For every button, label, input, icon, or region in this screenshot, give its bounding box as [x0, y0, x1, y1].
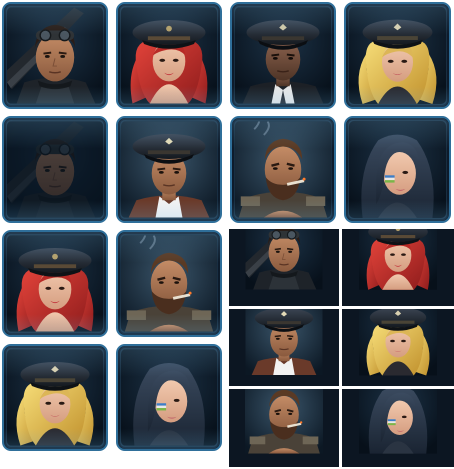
- sniper-goggles-man-art: [7, 7, 103, 104]
- blue-hair-warpaint-woman-art: [342, 389, 454, 467]
- portrait-officer-cap-man[interactable]: [230, 2, 336, 109]
- portrait-sniper-goggles-man-small[interactable]: [229, 229, 339, 306]
- bearded-smoker-man-art: [235, 121, 331, 218]
- portrait-officer-cap-man-light[interactable]: [116, 116, 222, 223]
- portrait-sniper-goggles-man-dark[interactable]: [2, 116, 108, 223]
- portrait-blonde-officer-woman[interactable]: [344, 2, 451, 109]
- portrait-red-hair-officer-woman-small[interactable]: [342, 229, 454, 306]
- bearded-smoker-man-art: [121, 235, 217, 332]
- blue-hair-warpaint-woman-art: [121, 349, 217, 446]
- portrait-blue-hair-warpaint-woman-small[interactable]: [342, 389, 454, 467]
- sniper-goggles-man-dark-art: [7, 121, 103, 218]
- blonde-officer-woman-art: [342, 309, 454, 386]
- red-hair-officer-woman-art: [342, 229, 454, 306]
- portrait-bearded-smoker-man-small[interactable]: [229, 389, 339, 467]
- red-hair-officer-woman-art: [7, 235, 103, 332]
- officer-cap-man-light-art: [121, 121, 217, 218]
- blonde-officer-woman-art: [349, 7, 446, 104]
- blonde-officer-woman-art: [7, 349, 103, 446]
- bearded-smoker-man-art: [229, 389, 339, 467]
- portrait-officer-cap-man-small[interactable]: [229, 309, 339, 386]
- red-hair-officer-woman-art: [121, 7, 217, 104]
- portrait-red-hair-officer-woman-2[interactable]: [2, 230, 108, 337]
- portrait-bearded-smoker-man-2[interactable]: [116, 230, 222, 337]
- portrait-sniper-goggles-man[interactable]: [2, 2, 108, 109]
- sniper-goggles-man-art: [229, 229, 339, 306]
- portrait-blonde-officer-woman-2[interactable]: [2, 344, 108, 451]
- officer-cap-man-art: [235, 7, 331, 104]
- officer-cap-man-art: [229, 309, 339, 386]
- portrait-blue-hair-warpaint-woman-2[interactable]: [116, 344, 222, 451]
- portrait-red-hair-officer-woman[interactable]: [116, 2, 222, 109]
- portrait-blue-hair-warpaint-woman[interactable]: [344, 116, 451, 223]
- blue-hair-warpaint-woman-art: [349, 121, 446, 218]
- portrait-bearded-smoker-man[interactable]: [230, 116, 336, 223]
- portrait-blonde-officer-woman-small[interactable]: [342, 309, 454, 386]
